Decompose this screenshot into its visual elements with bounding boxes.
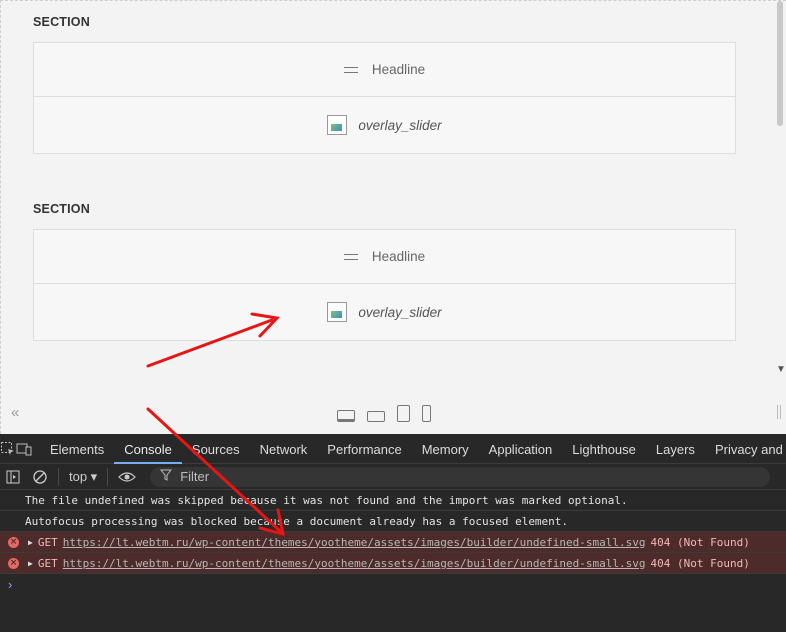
headline-icon: [343, 66, 358, 73]
console-toolbar: top ▾ Filter: [0, 464, 786, 490]
expand-triangle-icon[interactable]: ▶: [28, 532, 33, 552]
console-message: Autofocus processing was blocked because…: [0, 511, 786, 532]
request-url-link[interactable]: https://lt.webtm.ru/wp-content/themes/yo…: [63, 553, 646, 573]
phone-icon[interactable]: [422, 405, 431, 422]
error-icon: ×: [8, 557, 19, 569]
request-status: 404 (Not Found): [650, 535, 750, 549]
sidebar-toggle-icon[interactable]: [0, 470, 26, 484]
headline-element[interactable]: Headline: [34, 230, 735, 284]
tab-lighthouse[interactable]: Lighthouse: [562, 434, 646, 464]
slider-element[interactable]: overlay_slider: [34, 97, 735, 153]
tab-memory[interactable]: Memory: [412, 434, 479, 464]
tab-performance[interactable]: Performance: [317, 434, 411, 464]
section-card[interactable]: Headline overlay_slider: [33, 42, 736, 154]
scroll-thumb[interactable]: [777, 1, 783, 126]
headline-element[interactable]: Headline: [34, 43, 735, 97]
tab-layers[interactable]: Layers: [646, 434, 705, 464]
console-message: The file undefined was skipped because i…: [0, 490, 786, 511]
tab-elements[interactable]: Elements: [40, 434, 114, 464]
headline-icon: [343, 253, 358, 260]
builder-preview: SECTION Headline overlay_slider SECTION …: [0, 0, 786, 434]
device-switcher: [337, 405, 431, 422]
desktop-icon[interactable]: [337, 410, 355, 422]
request-status: 404 (Not Found): [650, 556, 750, 570]
preview-toolbar: «: [1, 397, 786, 431]
tab-network[interactable]: Network: [250, 434, 318, 464]
screen: SECTION Headline overlay_slider SECTION …: [0, 0, 786, 632]
headline-label: Headline: [371, 62, 426, 77]
section-label: SECTION: [33, 15, 90, 29]
slider-label: overlay_slider: [358, 117, 442, 133]
slider-label: overlay_slider: [358, 304, 442, 320]
console-error[interactable]: × ▶ GET https://lt.webtm.ru/wp-content/t…: [0, 553, 786, 574]
console-prompt[interactable]: ›: [0, 574, 786, 596]
filter-input[interactable]: Filter: [150, 466, 771, 487]
request-url-link[interactable]: https://lt.webtm.ru/wp-content/themes/yo…: [63, 532, 646, 552]
divider: [58, 467, 59, 486]
collapse-sidebar-icon[interactable]: «: [11, 404, 19, 421]
console-error[interactable]: × ▶ GET https://lt.webtm.ru/wp-content/t…: [0, 532, 786, 553]
device-toolbar-icon[interactable]: [16, 434, 32, 464]
headline-label: Headline: [371, 249, 426, 264]
tab-privacy[interactable]: Privacy and: [705, 434, 786, 464]
inspect-element-icon[interactable]: [0, 434, 16, 464]
devtools-tabbar: Elements Console Sources Network Perform…: [0, 434, 786, 464]
image-icon: [327, 302, 348, 322]
expand-triangle-icon[interactable]: ▶: [28, 553, 33, 573]
divider: [107, 467, 109, 486]
tablet-icon[interactable]: [397, 405, 410, 422]
clear-console-icon[interactable]: [26, 469, 54, 485]
section-label: SECTION: [33, 202, 90, 216]
laptop-icon[interactable]: [367, 411, 385, 422]
error-icon: ×: [8, 536, 19, 548]
devtools-panel: Elements Console Sources Network Perform…: [0, 434, 786, 632]
filter-icon: [160, 469, 173, 484]
request-method: GET: [37, 556, 58, 570]
tab-application[interactable]: Application: [479, 434, 563, 464]
vertical-scrollbar[interactable]: ▼: [776, 1, 786, 375]
resize-handle-icon[interactable]: [777, 405, 781, 419]
tab-console[interactable]: Console: [114, 434, 182, 464]
tab-sources[interactable]: Sources: [182, 434, 250, 464]
scroll-down-icon[interactable]: ▼: [776, 364, 786, 375]
context-selector[interactable]: top ▾: [63, 469, 103, 485]
request-method: GET: [37, 535, 58, 549]
slider-element[interactable]: overlay_slider: [34, 284, 735, 340]
image-icon: [327, 115, 348, 135]
filter-placeholder: Filter: [180, 469, 210, 484]
live-expression-eye-icon[interactable]: [112, 471, 142, 483]
section-card[interactable]: Headline overlay_slider: [33, 229, 736, 341]
